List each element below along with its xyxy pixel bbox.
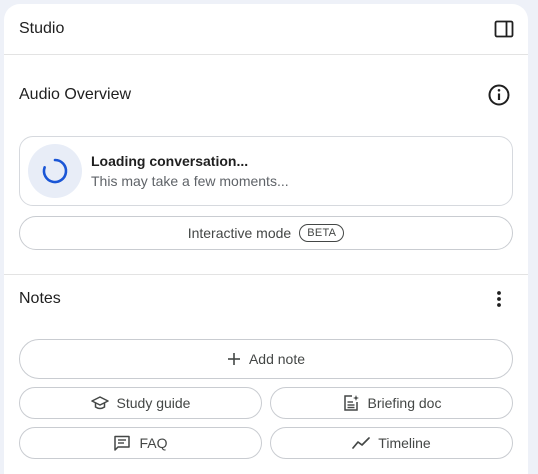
beta-badge: BETA — [299, 224, 345, 242]
note-type-grid: Study guide Briefing doc FAQ Timeline — [19, 387, 513, 459]
audio-overview-header: Audio Overview — [19, 55, 513, 135]
loading-text-group: Loading conversation... This may take a … — [91, 153, 289, 189]
briefing-doc-button[interactable]: Briefing doc — [270, 387, 513, 419]
audio-overview-section: Audio Overview Loading conversation... T… — [4, 55, 528, 275]
loading-conversation-card: Loading conversation... This may take a … — [19, 136, 513, 206]
studio-panel: Studio Audio Overview Loading conversati… — [4, 4, 528, 474]
timeline-label: Timeline — [378, 435, 431, 451]
interactive-mode-button[interactable]: Interactive mode BETA — [19, 216, 513, 250]
graduation-cap-icon — [90, 396, 109, 410]
document-sparkle-icon — [343, 395, 359, 411]
study-guide-button[interactable]: Study guide — [19, 387, 262, 419]
notes-section: Notes Add note Study guide Briefing doc … — [4, 275, 528, 459]
trend-line-icon — [352, 437, 371, 449]
studio-header: Studio — [4, 4, 528, 55]
chat-lines-icon — [114, 435, 131, 451]
audio-overview-label: Audio Overview — [19, 86, 132, 103]
notes-header: Notes — [19, 275, 513, 323]
panel-toggle-icon[interactable] — [490, 15, 518, 43]
more-vertical-icon[interactable] — [485, 285, 513, 313]
add-note-label: Add note — [248, 351, 306, 367]
info-icon[interactable] — [485, 81, 513, 109]
faq-button[interactable]: FAQ — [19, 427, 262, 459]
loading-subtitle: This may take a few moments... — [91, 173, 289, 189]
loading-title: Loading conversation... — [91, 153, 249, 169]
faq-label: FAQ — [139, 435, 168, 451]
spinner-icon — [42, 158, 68, 184]
interactive-mode-label: Interactive mode — [187, 225, 292, 241]
add-note-button[interactable]: Add note — [19, 339, 513, 379]
studio-title: Studio — [19, 20, 65, 37]
notes-label: Notes — [19, 290, 61, 307]
loading-spinner — [28, 144, 82, 198]
briefing-doc-label: Briefing doc — [367, 395, 442, 411]
plus-icon — [227, 353, 240, 365]
timeline-button[interactable]: Timeline — [270, 427, 513, 459]
study-guide-label: Study guide — [116, 395, 191, 411]
